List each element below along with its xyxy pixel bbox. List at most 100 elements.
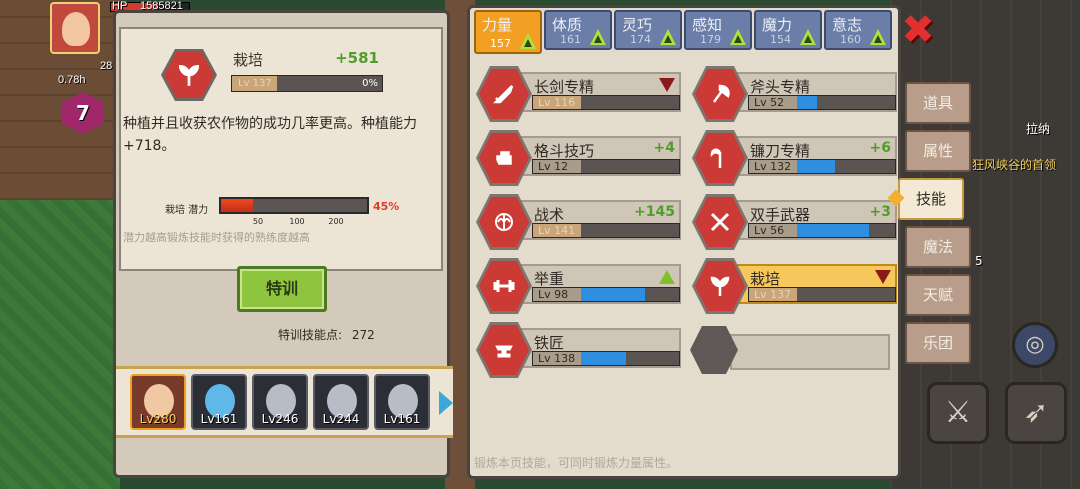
skill-row[interactable]: 双手武器 +3 Lv 56	[692, 194, 897, 250]
hero-portrait[interactable]: Lv246	[252, 374, 308, 430]
stat-tabs: 力量 157 体质 161 灵巧 174 感知 179 魔力 154 意志 160	[474, 10, 894, 54]
skill-row[interactable]: 战术 +145 Lv 141	[476, 194, 681, 250]
menu-items[interactable]: 道具	[905, 82, 971, 124]
skill-body: 长剑专精 Lv 116	[516, 72, 681, 112]
sprout-icon	[695, 261, 745, 311]
skill-row[interactable]: 栽培 Lv 137	[692, 258, 897, 314]
skill-bonus: +581	[335, 49, 379, 67]
train-down-icon[interactable]	[659, 78, 675, 92]
location-name: 狂风峡谷的首领	[972, 158, 1057, 172]
hero-level: Lv280	[139, 412, 177, 426]
sword-icon	[479, 69, 529, 119]
skill-progress-fill	[797, 96, 817, 109]
skill-progress-fill	[581, 288, 645, 301]
tab-name: 体质	[552, 16, 583, 34]
tactics-icon	[479, 197, 529, 247]
train-up-icon[interactable]	[659, 270, 675, 284]
skill-body: 镰刀专精 +6 Lv 132	[732, 136, 897, 176]
train-down-icon[interactable]	[875, 270, 891, 284]
special-training-button[interactable]: 特训	[237, 266, 327, 312]
skill-level: Lv 116	[533, 96, 581, 109]
skill-level: Lv 137	[232, 76, 277, 91]
skill-body: 双手武器 +3 Lv 56	[732, 200, 897, 240]
skill-row[interactable]: 镰刀专精 +6 Lv 132	[692, 130, 897, 186]
bow-attack-icon[interactable]: ➶	[1005, 382, 1067, 444]
selected-skill-icon	[161, 49, 217, 101]
hero-level: Lv161	[383, 412, 421, 426]
skill-row[interactable]: 格斗技巧 +4 Lv 12	[476, 130, 681, 186]
skill-row[interactable]: 斧头专精 Lv 52	[692, 66, 897, 122]
scythe-icon	[695, 133, 745, 183]
skill-row[interactable]: 举重 Lv 98	[476, 258, 681, 314]
skill-bonus: +4	[653, 140, 675, 156]
menu-magic[interactable]: 魔法	[905, 226, 971, 268]
skill-row[interactable]: 长剑专精 Lv 116	[476, 66, 681, 122]
grass-area	[0, 200, 120, 489]
skill-level: Lv 98	[533, 288, 581, 301]
skill-level-bar: Lv 137 0%	[231, 75, 383, 92]
skill-level: Lv 137	[749, 288, 797, 301]
upgrade-arrow-icon	[660, 29, 676, 45]
skill-body: 战术 +145 Lv 141	[516, 200, 681, 240]
skill-bonus: +6	[869, 140, 891, 156]
skill-name: 栽培	[233, 51, 264, 69]
hero-level: Lv244	[322, 412, 360, 426]
footer-hint: 锻炼本页技能，可同时锻炼力量属性。	[474, 456, 679, 470]
dumbbell-icon	[479, 261, 529, 311]
skill-bonus: +145	[634, 204, 675, 220]
skill-progress-bar: Lv 12	[532, 159, 680, 174]
hero-selector: Lv280 Lv161 Lv246 Lv244 Lv161	[116, 366, 453, 438]
skill-name: 举重	[534, 270, 565, 288]
skill-description: 种植并且收获农作物的成功几率更高。种植能力+718。	[123, 116, 417, 154]
tab-will[interactable]: 意志 160	[824, 10, 892, 50]
sprout-icon	[164, 52, 214, 98]
training-points-label: 特训技能点:	[278, 328, 343, 342]
tab-name: 魔力	[762, 16, 793, 34]
menu-attributes[interactable]: 属性	[905, 130, 971, 172]
tab-magic[interactable]: 魔力 154	[754, 10, 822, 50]
menu-talent[interactable]: 天赋	[905, 274, 971, 316]
sword-attack-icon[interactable]: ⚔	[927, 382, 989, 444]
skill-name: 战术	[534, 206, 565, 224]
next-arrow-icon[interactable]	[439, 391, 453, 415]
hero-portrait[interactable]: Lv161	[191, 374, 247, 430]
tab-strength[interactable]: 力量 157	[474, 10, 542, 54]
skill-progress-bar: Lv 132	[748, 159, 896, 174]
time-label: 0.78h	[58, 74, 86, 86]
tab-name: 意志	[832, 16, 863, 34]
menu-skills[interactable]: 技能	[898, 178, 964, 220]
skill-row[interactable]: 铁匠 Lv 138	[476, 322, 681, 378]
potential-label: 栽培 潜力	[165, 205, 209, 216]
potential-tick: 200	[328, 217, 344, 226]
close-icon[interactable]: ✖	[900, 10, 936, 50]
upgrade-arrow-icon	[730, 29, 746, 45]
tab-value: 157	[490, 37, 511, 50]
skill-progress-fill	[581, 352, 626, 365]
upgrade-arrow-icon	[870, 29, 886, 45]
tab-value: 161	[560, 33, 581, 46]
skill-name: 格斗技巧	[534, 142, 595, 160]
target-icon[interactable]: ◎	[1012, 322, 1058, 368]
greatsword-icon	[695, 197, 745, 247]
hero-portrait[interactable]: Lv280	[130, 374, 186, 430]
tab-constitution[interactable]: 体质 161	[544, 10, 612, 50]
tab-perception[interactable]: 感知 179	[684, 10, 752, 50]
skill-name: 长剑专精	[534, 78, 595, 96]
tab-name: 灵巧	[622, 16, 653, 34]
potential-fill	[221, 199, 254, 212]
skill-progress-bar: Lv 116	[532, 95, 680, 110]
potential-pct: 45%	[373, 200, 400, 213]
potential-hint: 潜力越高锻炼技能时获得的熟练度越高	[123, 231, 310, 244]
hero-level: Lv161	[200, 412, 238, 426]
tab-value: 174	[630, 33, 651, 46]
menu-band[interactable]: 乐团	[905, 322, 971, 364]
axe-icon	[695, 69, 745, 119]
tab-dexterity[interactable]: 灵巧 174	[614, 10, 682, 50]
hero-portrait[interactable]: Lv244	[313, 374, 369, 430]
hero-portrait[interactable]: Lv161	[374, 374, 430, 430]
stat-badge: 28	[100, 60, 113, 72]
empty-skill-slot	[730, 334, 890, 370]
skill-progress-bar: Lv 141	[532, 223, 680, 238]
player-avatar[interactable]	[50, 2, 100, 54]
skill-list-panel: 力量 157 体质 161 灵巧 174 感知 179 魔力 154 意志 160 长剑专精…	[467, 5, 901, 479]
